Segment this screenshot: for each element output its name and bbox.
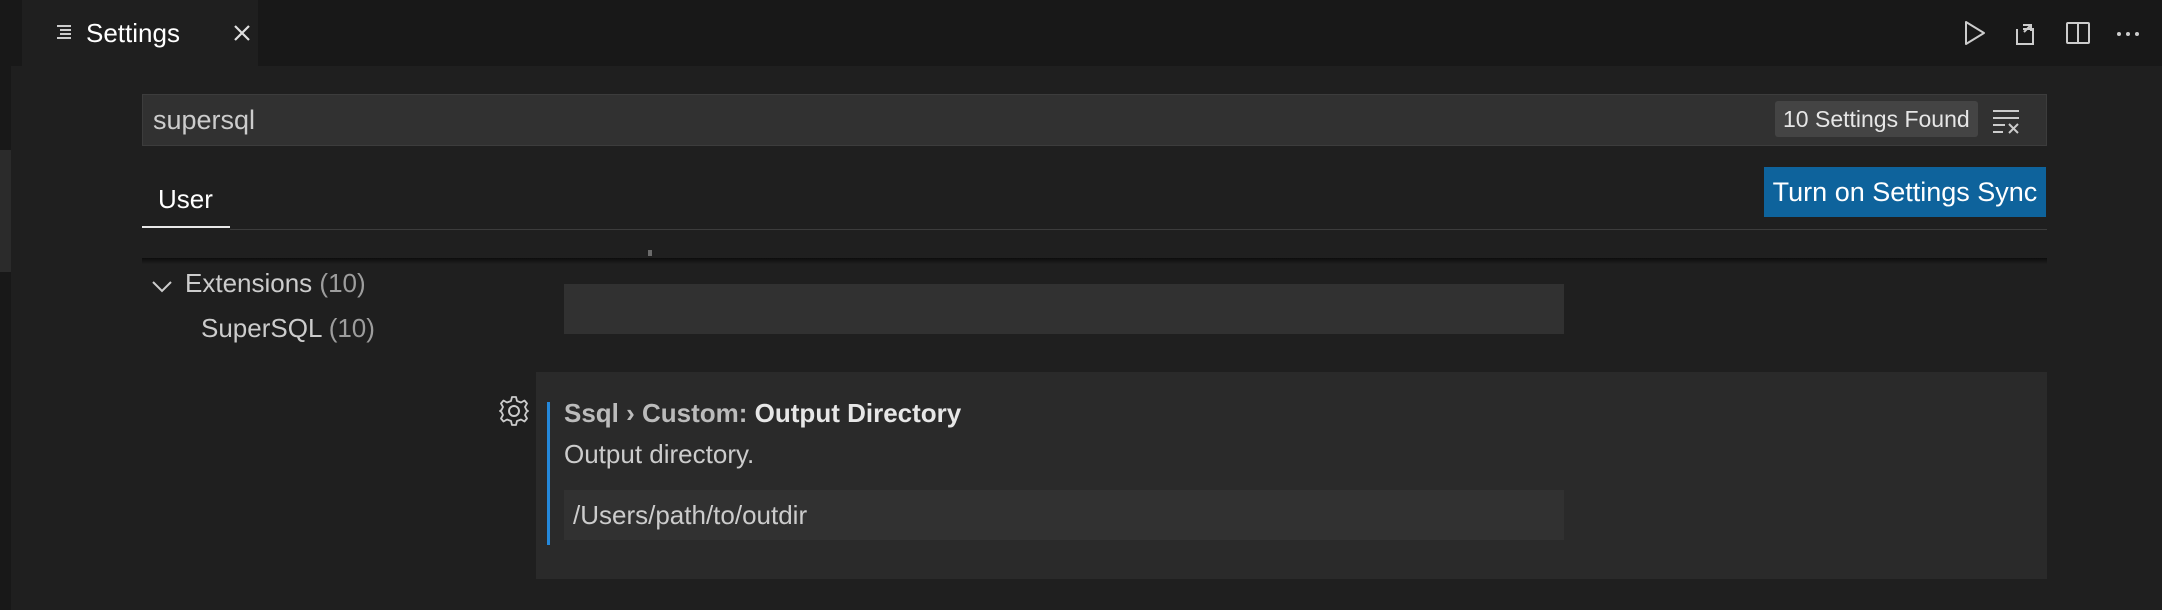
search-input[interactable] (153, 95, 1753, 145)
run-button[interactable] (1956, 15, 1992, 51)
setting-description: Output directory. (564, 439, 755, 469)
split-editor-button[interactable] (2060, 15, 2096, 51)
scroll-shadow (142, 258, 2047, 264)
close-icon[interactable] (230, 21, 254, 45)
tab-settings[interactable]: Settings (22, 0, 258, 66)
toc-item-supersql[interactable]: SuperSQL (10) (201, 313, 375, 344)
gear-icon[interactable] (497, 394, 531, 428)
active-tab-indicator (142, 226, 230, 228)
clear-filter-icon[interactable] (1989, 103, 2025, 139)
sash[interactable] (0, 150, 11, 272)
chevron-down-icon (152, 281, 172, 293)
previous-setting-fragment (648, 250, 652, 256)
results-count-badge: 10 Settings Found (1775, 101, 1978, 137)
setting-category: Ssql › Custom: (564, 398, 755, 428)
tab-title: Settings (86, 18, 180, 48)
tab-divider (230, 229, 2047, 230)
more-actions-button[interactable] (2110, 15, 2146, 51)
setting-output-directory: Ssql › Custom: Output Directory Output d… (536, 372, 2047, 579)
setting-title: Ssql › Custom: Output Directory (564, 398, 961, 429)
open-settings-json-button[interactable] (2007, 15, 2043, 51)
activity-edge (0, 0, 11, 610)
more-actions-icon (2117, 32, 2139, 36)
setting-name: Output Directory (754, 398, 962, 428)
toc-item-label: SuperSQL (201, 313, 322, 343)
run-icon (1965, 21, 1985, 45)
settings-search: 10 Settings Found (142, 94, 2047, 146)
tab-user-label: User (158, 184, 213, 214)
settings-editor-icon (57, 25, 71, 39)
tab-user[interactable]: User (142, 176, 230, 228)
toc-item-count: (10) (328, 313, 375, 343)
turn-on-settings-sync-button[interactable]: Turn on Settings Sync (1764, 167, 2046, 217)
toc-item-label: Extensions (10) (185, 268, 366, 298)
previous-setting-input[interactable] (564, 284, 1564, 334)
split-editor-icon (2066, 22, 2090, 44)
output-directory-input[interactable] (564, 490, 1564, 540)
editor-tab-bar: Settings (11, 0, 2162, 66)
open-settings-json-icon (2016, 24, 2034, 45)
toc-item-count: (10) (319, 268, 366, 298)
settings-window: Settings supersql 10 Settings Found User… (0, 0, 2162, 610)
focus-indicator (547, 402, 550, 545)
